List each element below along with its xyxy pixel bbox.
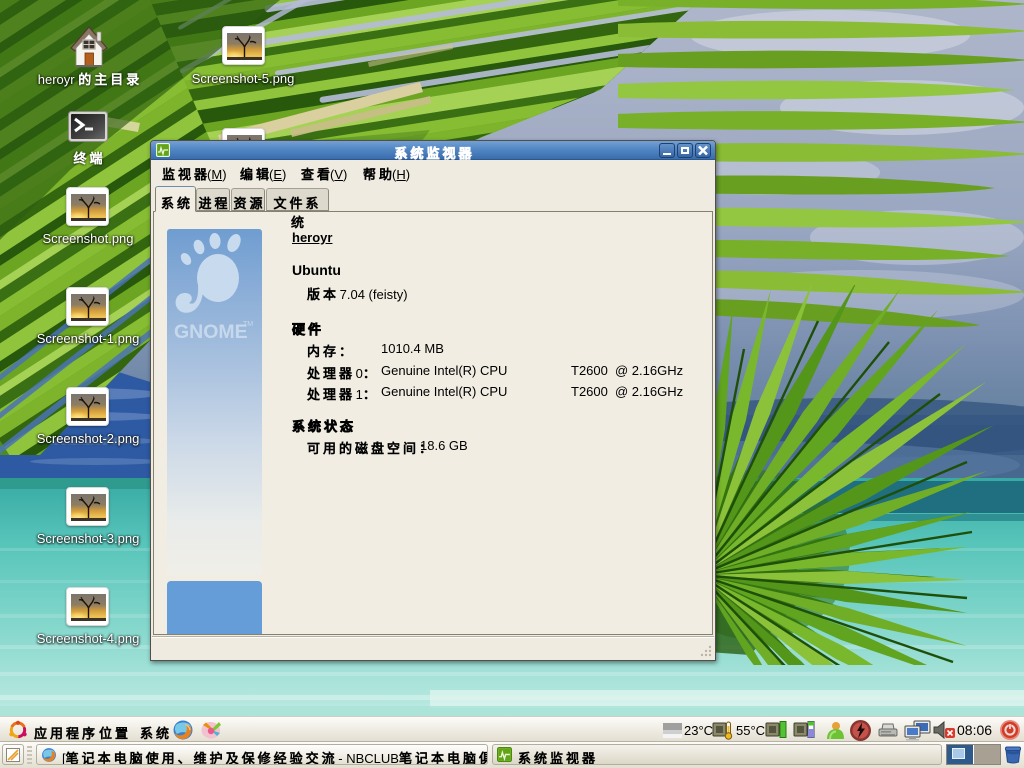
svg-text:TM: TM — [243, 321, 253, 328]
svg-text:GNOME: GNOME — [174, 321, 248, 343]
